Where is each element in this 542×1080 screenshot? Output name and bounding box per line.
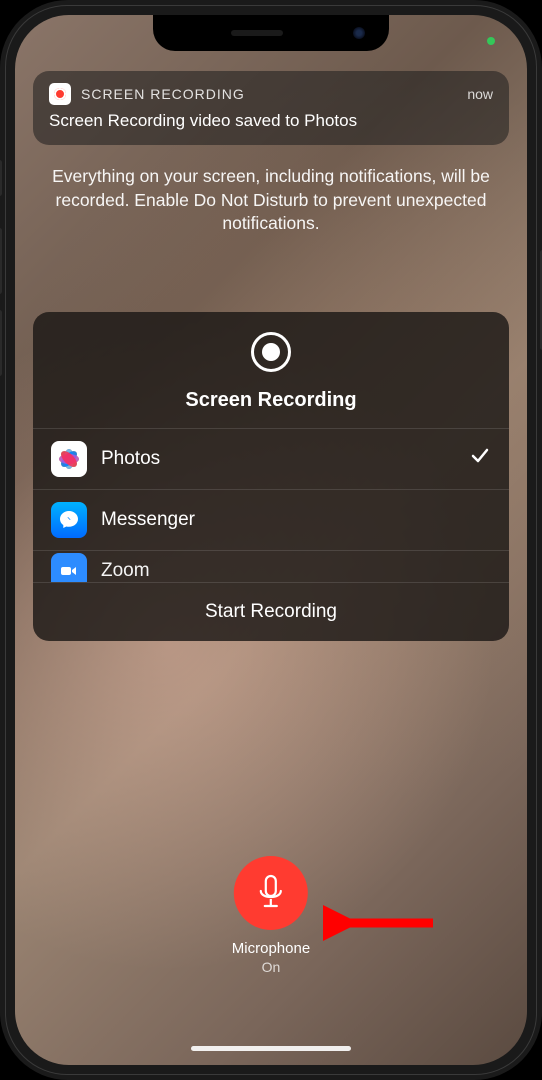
destination-photos[interactable]: Photos [33, 428, 509, 489]
microphone-label: Microphone [232, 940, 310, 957]
phone-frame: SCREEN RECORDING now Screen Recording vi… [0, 0, 542, 1080]
mute-switch[interactable] [0, 160, 2, 196]
notification-banner[interactable]: SCREEN RECORDING now Screen Recording vi… [33, 71, 509, 145]
microphone-indicator-dot [487, 37, 495, 45]
recording-description: Everything on your screen, including not… [51, 165, 491, 236]
record-icon [251, 332, 291, 372]
microphone-state: On [232, 959, 310, 975]
start-recording-button[interactable]: Start Recording [33, 582, 509, 641]
screen: SCREEN RECORDING now Screen Recording vi… [15, 15, 527, 1065]
app-label: Messenger [101, 509, 195, 531]
app-label: Zoom [101, 560, 150, 582]
screen-recording-panel: Screen Recording [33, 312, 509, 641]
zoom-app-icon [51, 553, 87, 582]
checkmark-icon [469, 445, 491, 472]
notification-app-name: SCREEN RECORDING [81, 86, 245, 102]
microphone-toggle-button[interactable] [234, 856, 308, 930]
front-camera [353, 27, 365, 39]
volume-up-button[interactable] [0, 228, 2, 294]
notification-message: Screen Recording video saved to Photos [49, 111, 493, 131]
volume-down-button[interactable] [0, 310, 2, 376]
annotation-arrow [323, 898, 443, 953]
home-indicator[interactable] [191, 1046, 351, 1051]
screen-recording-app-icon [49, 83, 71, 105]
microphone-icon [256, 873, 286, 913]
panel-title: Screen Recording [33, 389, 509, 412]
photos-app-icon [51, 441, 87, 477]
notification-time: now [467, 86, 493, 102]
destination-messenger[interactable]: Messenger [33, 489, 509, 550]
notch [153, 15, 389, 51]
app-label: Photos [101, 448, 160, 470]
destination-zoom[interactable]: Zoom [33, 550, 509, 582]
speaker-grille [231, 30, 283, 36]
messenger-app-icon [51, 502, 87, 538]
